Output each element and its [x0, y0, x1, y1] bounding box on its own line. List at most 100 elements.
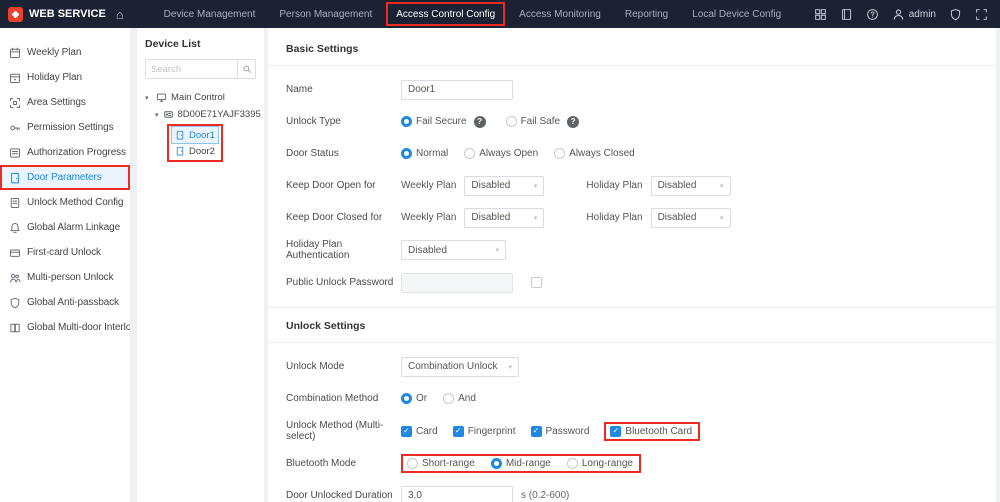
fail-secure-help-icon[interactable]: ? [474, 116, 486, 128]
device-search-input[interactable] [146, 64, 237, 75]
sidebar-item-first-card-unlock[interactable]: First-card Unlock [0, 240, 130, 265]
fail-safe-help-icon[interactable]: ? [567, 116, 579, 128]
radio-label: Or [416, 393, 427, 404]
chevron-down-icon: ▾ [508, 363, 512, 371]
sidebar-item-global-anti-passback[interactable]: Global Anti-passback [0, 290, 130, 315]
nav-person-management[interactable]: Person Management [267, 0, 384, 28]
duration-input[interactable] [401, 486, 513, 502]
checkbox-box: ✓ [610, 426, 621, 437]
radio-long-range[interactable]: Long-range [567, 458, 633, 469]
person-key-icon [9, 122, 21, 134]
keep-closed-holiday-select[interactable]: Disabled▾ [651, 208, 731, 228]
select-value: Disabled [408, 245, 447, 256]
holiday-plan-sublabel: Holiday Plan [586, 180, 642, 191]
home-icon[interactable]: ⌂ [116, 7, 124, 22]
nav-access-monitoring[interactable]: Access Monitoring [507, 0, 613, 28]
holiday-auth-label: Holiday Plan Authentication [286, 239, 401, 261]
row-door-status: Door Status Normal Always Open Always Cl… [286, 143, 978, 164]
bluetooth-mode-label: Bluetooth Mode [286, 458, 401, 469]
radio-normal[interactable]: Normal [401, 148, 448, 159]
checkbox-label: Fingerprint [468, 426, 516, 437]
public-password-input[interactable] [401, 273, 513, 293]
tree-expand-icon[interactable]: ▾ [145, 94, 152, 102]
row-keep-door-closed: Keep Door Closed for Weekly Plan Disable… [286, 207, 978, 228]
checkbox-card[interactable]: ✓Card [401, 426, 438, 437]
radio-dot [401, 116, 412, 127]
shield-icon [9, 297, 21, 309]
sidebar-item-holiday-plan[interactable]: Holiday Plan [0, 65, 130, 90]
sidebar-item-authorization-progress[interactable]: Authorization Progress [0, 140, 130, 165]
chevron-down-icon: ▾ [534, 182, 538, 190]
manual-icon[interactable] [840, 8, 853, 21]
sidebar-item-permission-settings[interactable]: Permission Settings [0, 115, 130, 140]
public-password-checkbox[interactable] [531, 277, 542, 288]
checkbox-box: ✓ [531, 426, 542, 437]
people-icon [9, 272, 21, 284]
device-search [145, 59, 256, 79]
search-icon [242, 64, 252, 74]
checkbox-password[interactable]: ✓Password [531, 426, 590, 437]
radio-fail-safe[interactable]: Fail Safe? [506, 116, 583, 128]
host-monitor-icon [156, 92, 167, 103]
checkbox-bluetooth-card[interactable]: ✓Bluetooth Card [610, 426, 692, 437]
apps-grid-icon[interactable] [814, 8, 827, 21]
duration-unit-hint: s (0.2-600) [521, 490, 569, 501]
progress-list-icon [9, 147, 21, 159]
radio-or[interactable]: Or [401, 393, 427, 404]
keep-open-weekly-select[interactable]: Disabled▾ [464, 176, 544, 196]
security-shield-icon[interactable] [949, 8, 962, 21]
basic-settings-title: Basic Settings [268, 41, 996, 66]
name-input[interactable] [401, 80, 513, 100]
radio-always-open[interactable]: Always Open [464, 148, 538, 159]
radio-fail-secure[interactable]: Fail Secure? [401, 116, 490, 128]
radio-dot [567, 458, 578, 469]
sidebar-item-area-settings[interactable]: Area Settings [0, 90, 130, 115]
sidebar-item-multi-person-unlock[interactable]: Multi-person Unlock [0, 265, 130, 290]
sidebar-item-global-alarm-linkage[interactable]: Global Alarm Linkage [0, 215, 130, 240]
sidebar-item-weekly-plan[interactable]: Weekly Plan [0, 40, 130, 65]
fullscreen-icon[interactable] [975, 8, 988, 21]
card-icon [9, 247, 21, 259]
search-button[interactable] [237, 60, 255, 78]
unlock-mode-select[interactable]: Combination Unlock▾ [401, 357, 519, 377]
radio-label: Always Closed [569, 148, 635, 159]
tree-node-label: Main Control [171, 92, 225, 103]
nav-reporting[interactable]: Reporting [613, 0, 680, 28]
tree-expand-icon[interactable]: ▾ [155, 111, 159, 119]
tree-node-main-control[interactable]: ▾ Main Control [145, 89, 256, 106]
radio-always-closed[interactable]: Always Closed [554, 148, 635, 159]
chevron-down-icon: ▾ [534, 214, 538, 222]
tree-node-device[interactable]: ▾ 8D00E71YAJF3395 [145, 106, 256, 123]
nav-access-control-config[interactable]: Access Control Config [384, 0, 507, 28]
help-icon[interactable] [866, 8, 879, 21]
sidebar-item-door-parameters[interactable]: Door Parameters [0, 165, 130, 190]
keep-open-holiday-select[interactable]: Disabled▾ [651, 176, 731, 196]
double-door-icon [9, 322, 21, 334]
sidebar-item-global-multi-door-interlock[interactable]: Global Multi-door Interlock [0, 315, 130, 340]
tree-node-door2[interactable]: Door2 [172, 143, 218, 159]
chevron-down-icon: ▾ [720, 182, 724, 190]
device-list-title: Device List [145, 38, 256, 50]
keep-closed-weekly-select[interactable]: Disabled▾ [464, 208, 544, 228]
user-menu[interactable]: admin [892, 8, 936, 21]
tree-node-door1[interactable]: Door1 [172, 127, 218, 143]
device-tree: ▾ Main Control ▾ 8D00E71YAJF3395 Door1 D… [145, 89, 256, 162]
sidebar-item-unlock-method-config[interactable]: Unlock Method Config [0, 190, 130, 215]
radio-dot [401, 393, 412, 404]
nav-device-management[interactable]: Device Management [152, 0, 268, 28]
checkbox-fingerprint[interactable]: ✓Fingerprint [453, 426, 516, 437]
sidebar-item-label: Global Anti-passback [27, 297, 119, 308]
checkbox-label: Card [416, 426, 438, 437]
door-status-label: Door Status [286, 148, 401, 159]
radio-label: Fail Safe [521, 116, 560, 127]
radio-mid-range[interactable]: Mid-range [491, 458, 551, 469]
app-logo-icon [8, 7, 23, 22]
combination-method-label: Combination Method [286, 393, 401, 404]
nav-local-device-config[interactable]: Local Device Config [680, 0, 793, 28]
settings-panel: Basic Settings Name Unlock Type Fail Sec… [268, 28, 996, 502]
row-keep-door-open: Keep Door Open for Weekly Plan Disabled▾… [286, 175, 978, 196]
radio-and[interactable]: And [443, 393, 476, 404]
row-combination-method: Combination Method Or And [286, 388, 978, 409]
holiday-auth-select[interactable]: Disabled▾ [401, 240, 506, 260]
radio-short-range[interactable]: Short-range [407, 458, 475, 469]
